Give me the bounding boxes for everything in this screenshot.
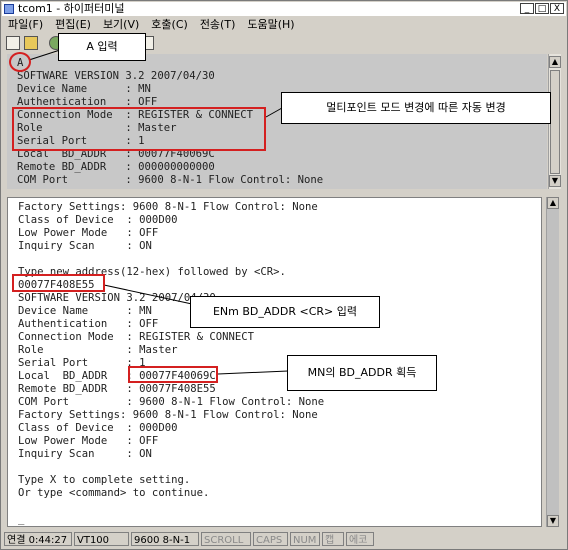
terminal-line: Or type <command> to continue. [18, 487, 210, 499]
open-folder-icon[interactable] [24, 36, 38, 50]
highlight-new-address [12, 274, 105, 292]
status-echo: 에코 [346, 532, 374, 546]
app-icon [4, 4, 14, 14]
terminal-line: Factory Settings: 9600 8-N-1 Flow Contro… [18, 409, 318, 421]
window-controls: _ □ X [520, 3, 564, 14]
callout-multipoint: 멀티포인트 모드 변경에 따른 자동 변경 [281, 92, 551, 124]
highlight-local-address [128, 366, 218, 383]
terminal-line: Inquiry Scan : ON [18, 240, 152, 252]
terminal-line: SOFTWARE VERSION 3.2 2007/04/30 [17, 70, 215, 82]
title-bar: tcom1 - 하이퍼터미널 _ □ X [2, 2, 566, 16]
terminal-line: Factory Settings: 9600 8-N-1 Flow Contro… [18, 201, 318, 213]
terminal-screen-text: Factory Settings: 9600 8-N-1 Flow Contro… [18, 201, 324, 526]
menu-transfer[interactable]: 전송(T) [194, 16, 242, 33]
status-connection: 연결 0:44:27 [4, 532, 72, 546]
terminal-line: Device Name : MN [17, 83, 151, 95]
terminal-line: Class of Device : 000D00 [18, 214, 178, 226]
menu-bar: 파일(F) 편집(E) 보기(V) 호출(C) 전송(T) 도움말(H) [2, 16, 566, 33]
terminal-line: Remote BD_ADDR : 000000000000 [17, 161, 215, 173]
menu-edit[interactable]: 편집(E) [49, 16, 97, 33]
terminal-scrollbar[interactable]: ▲ ▼ [546, 197, 559, 527]
status-caps: CAPS [253, 532, 288, 546]
status-capture: 캡 [322, 532, 344, 546]
callout-mn-address: MN의 BD_ADDR 획득 [287, 355, 437, 391]
terminal-line: Type X to complete setting. [18, 474, 191, 486]
close-button[interactable]: X [550, 3, 564, 14]
window-title: tcom1 - 하이퍼터미널 [18, 2, 125, 15]
highlight-connection-block [12, 107, 266, 151]
scroll-up-icon[interactable]: ▲ [547, 197, 559, 209]
terminal-line: Remote BD_ADDR : 00077F408E55 [18, 383, 216, 395]
terminal-line: _ [18, 513, 25, 525]
terminal-line: Low Power Mode : OFF [18, 227, 159, 239]
status-bar: 연결 0:44:27 VT100 9600 8-N-1 SCROLL CAPS … [2, 531, 566, 548]
status-scroll: SCROLL [201, 532, 251, 546]
terminal-line: Class of Device : 000D00 [18, 422, 178, 434]
terminal-line: COM Port : 9600 8-N-1 Flow Control: None [18, 396, 325, 408]
callout-enm-input: ENm BD_ADDR <CR> 입력 [190, 296, 380, 328]
terminal-line: Connection Mode : REGISTER & CONNECT [18, 331, 254, 343]
menu-file[interactable]: 파일(F) [2, 16, 49, 33]
terminal-screen[interactable]: Factory Settings: 9600 8-N-1 Flow Contro… [7, 197, 542, 527]
terminal-line: COM Port : 9600 8-N-1 Flow Control: None [17, 174, 324, 186]
terminal-line: Low Power Mode : OFF [18, 435, 159, 447]
status-num: NUM [290, 532, 320, 546]
menu-help[interactable]: 도움말(H) [241, 16, 300, 33]
new-document-icon[interactable] [6, 36, 20, 50]
highlight-a-circle [9, 52, 31, 72]
maximize-button[interactable]: □ [535, 3, 549, 14]
status-terminal-type: VT100 [74, 532, 129, 546]
scroll-down-icon[interactable]: ▼ [547, 515, 559, 527]
terminal-line: Inquiry Scan : ON [18, 448, 152, 460]
minimize-button[interactable]: _ [520, 3, 534, 14]
scroll-down-icon[interactable]: ▼ [549, 175, 561, 187]
callout-a-input: A 입력 [58, 33, 146, 61]
terminal-line: Role : Master [18, 344, 178, 356]
history-scroll-thumb[interactable] [550, 70, 560, 174]
status-settings: 9600 8-N-1 [131, 532, 199, 546]
scroll-up-icon[interactable]: ▲ [549, 56, 561, 68]
menu-view[interactable]: 보기(V) [97, 16, 145, 33]
menu-call[interactable]: 호출(C) [145, 16, 194, 33]
